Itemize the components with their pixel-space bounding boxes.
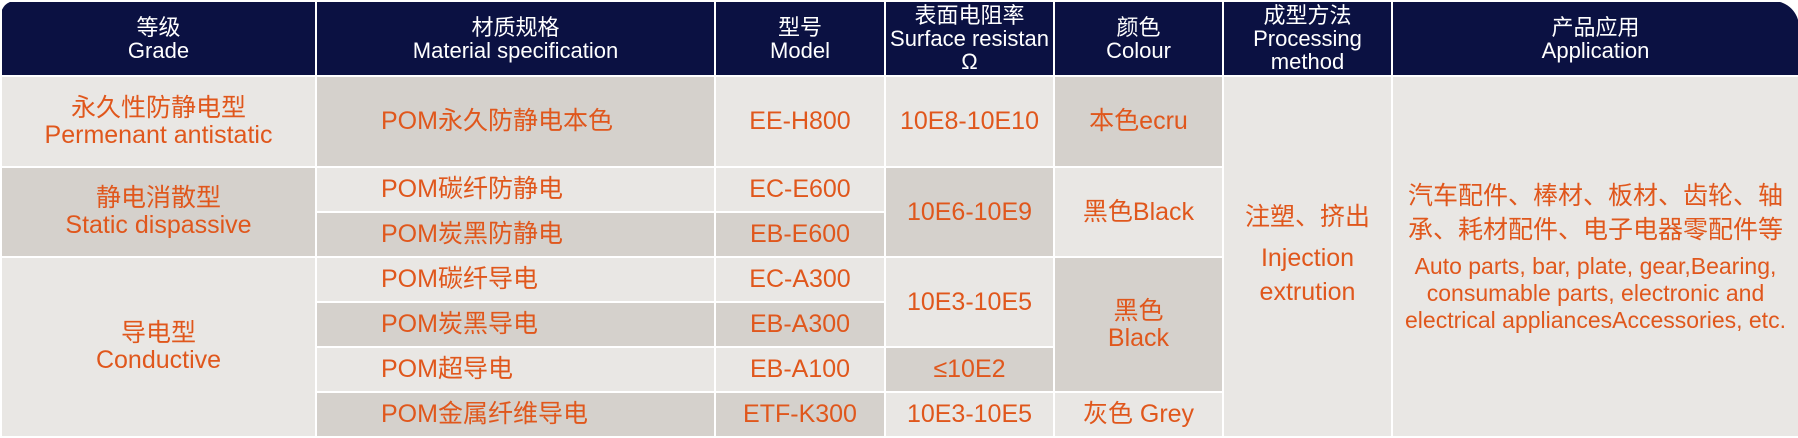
header-grade-cn: 等级: [136, 14, 181, 40]
header-model: 型号 Model: [714, 0, 886, 77]
material-cell: POM金属纤维导电: [315, 391, 716, 438]
grade-cn: 导电型: [120, 319, 196, 347]
model-cell: ETF-K300: [714, 391, 886, 438]
resistance-cell: 10E3-10E5: [884, 391, 1055, 438]
colour-cell: 灰色 Grey: [1053, 391, 1224, 438]
material-cell: POM炭黑防静电: [315, 211, 716, 258]
processing-cn: 注塑、挤出: [1244, 203, 1370, 231]
header-application: 产品应用 Application: [1391, 0, 1798, 77]
header-resistance-cn: 表面电阻率: [914, 3, 1025, 28]
model-cell: EB-A300: [714, 301, 886, 348]
header-model-cn: 型号: [777, 14, 822, 40]
material-cell: POM炭黑导电: [315, 301, 716, 348]
spec-table-container: 等级 Grade 材质规格 Material specification 型号 …: [0, 0, 1798, 438]
material-cell: POM超导电: [315, 346, 716, 393]
model-cell: EC-E600: [714, 166, 886, 213]
header-colour-en: Colour: [1106, 37, 1171, 63]
processing-en: Injection extrution: [1259, 244, 1356, 306]
model-cell: EB-A100: [714, 346, 886, 393]
header-resistance-en: Surface resistan Ω: [890, 26, 1049, 74]
header-grade: 等级 Grade: [0, 0, 317, 77]
header-material-en: Material specification: [412, 37, 619, 63]
grade-static-dissipative: 静电消散型 Static dispassive: [0, 166, 317, 258]
application-cn: 汽车配件、棒材、板材、齿轮、轴承、耗材配件、电子电器零配件等: [1407, 182, 1783, 244]
colour-cell: 本色ecru: [1053, 75, 1224, 168]
header-model-en: Model: [770, 37, 830, 63]
grade-en: Permenant antistatic: [44, 120, 273, 149]
header-application-en: Application: [1541, 37, 1650, 63]
header-application-cn: 产品应用: [1551, 14, 1640, 40]
colour-cell: 黑色Black: [1053, 166, 1224, 258]
grade-cn: 静电消散型: [95, 184, 221, 212]
table-row: 永久性防静电型 Permenant antistatic POM永久防静电本色 …: [0, 75, 1798, 438]
header-processing: 成型方法 Processing method: [1222, 0, 1393, 77]
resistance-cell: ≤10E2: [884, 346, 1055, 393]
header-colour-cn: 颜色: [1116, 14, 1161, 40]
grade-cn: 永久性防静电型: [70, 93, 246, 122]
header-resistance: 表面电阻率 Surface resistan Ω: [884, 0, 1055, 77]
grade-conductive: 导电型 Conductive: [0, 256, 317, 438]
processing-cell: 注塑、挤出 Injection extrution: [1222, 75, 1393, 438]
colour-black-label: 黑色 Black: [1107, 296, 1170, 352]
model-cell: EC-A300: [714, 256, 886, 303]
resistance-cell: 10E3-10E5: [884, 256, 1055, 348]
material-cell: POM永久防静电本色: [315, 75, 716, 168]
header-material-cn: 材质规格: [471, 14, 560, 40]
grade-en: Conductive: [95, 346, 222, 374]
material-cell: POM碳纤导电: [315, 256, 716, 303]
application-en: Auto parts, bar, plate, gear,Bearing, co…: [1405, 253, 1786, 333]
header-material: 材质规格 Material specification: [315, 0, 716, 77]
header-grade-en: Grade: [127, 37, 190, 63]
header-colour: 颜色 Colour: [1053, 0, 1224, 77]
resistance-cell: 10E8-10E10: [884, 75, 1055, 168]
header-processing-cn: 成型方法: [1263, 3, 1352, 28]
model-cell: EE-H800: [714, 75, 886, 168]
antistatic-pom-spec-table: 等级 Grade 材质规格 Material specification 型号 …: [0, 0, 1798, 438]
header-processing-en: Processing method: [1253, 26, 1362, 74]
table-body: 永久性防静电型 Permenant antistatic POM永久防静电本色 …: [0, 75, 1798, 438]
application-cell: 汽车配件、棒材、板材、齿轮、轴承、耗材配件、电子电器零配件等 Auto part…: [1391, 75, 1798, 438]
material-cell: POM碳纤防静电: [315, 166, 716, 213]
grade-en: Static dispassive: [65, 211, 252, 239]
table-header: 等级 Grade 材质规格 Material specification 型号 …: [0, 0, 1798, 77]
model-cell: EB-E600: [714, 211, 886, 258]
grade-permanent-antistatic: 永久性防静电型 Permenant antistatic: [0, 75, 317, 168]
resistance-cell: 10E6-10E9: [884, 166, 1055, 258]
colour-cell: 黑色 Black: [1053, 256, 1224, 393]
